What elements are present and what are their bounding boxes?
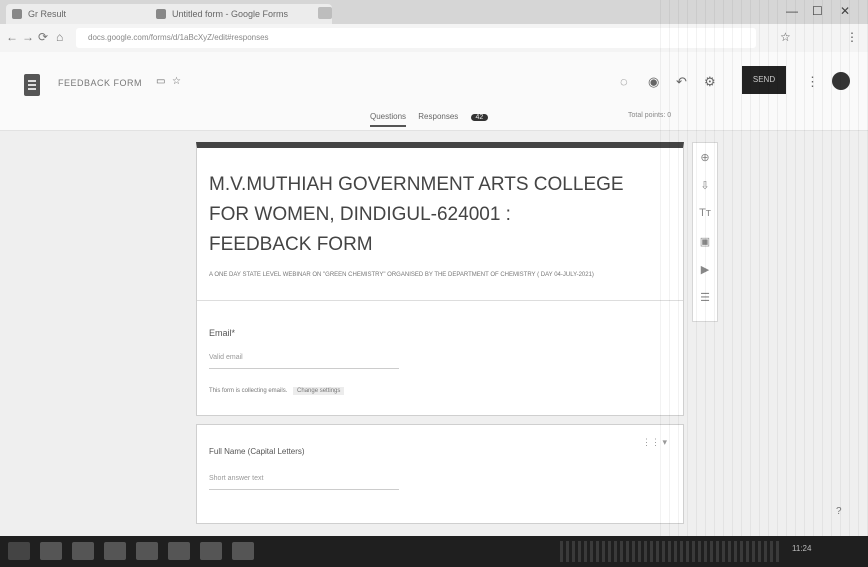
- add-title-icon[interactable]: Tт: [693, 207, 717, 219]
- media-player-icon[interactable]: [104, 542, 126, 560]
- import-questions-icon[interactable]: ⇩: [693, 179, 717, 192]
- more-options-icon[interactable]: ⋮: [806, 74, 819, 90]
- browser-tab-forms[interactable]: Untitled form - Google Forms ×: [150, 4, 332, 24]
- form-title-card[interactable]: M.V.MUTHIAH GOVERNMENT ARTS COLLEGE FOR …: [196, 142, 684, 416]
- folder-icon[interactable]: ▭: [156, 76, 165, 87]
- help-icon[interactable]: ?: [836, 506, 842, 517]
- heading-line: FOR WOMEN, DINDIGUL-624001 :: [209, 204, 511, 225]
- tab-title: Gr Result: [28, 9, 67, 19]
- home-icon[interactable]: ⌂: [56, 30, 63, 44]
- browser-tab-strip: Gr Result × Untitled form - Google Forms…: [0, 0, 868, 24]
- forward-icon[interactable]: →: [22, 30, 34, 44]
- maximize-icon[interactable]: ☐: [812, 4, 823, 18]
- divider: [197, 300, 683, 301]
- add-section-icon[interactable]: ☰: [693, 291, 717, 304]
- reload-icon[interactable]: ⟳: [38, 30, 48, 44]
- heading-line: M.V.MUTHIAH GOVERNMENT ARTS COLLEGE: [209, 174, 624, 195]
- responses-count-badge: 42: [470, 114, 489, 121]
- required-asterisk: *: [231, 328, 236, 338]
- os-taskbar: 11:24: [0, 536, 868, 567]
- taskbar-app-icon[interactable]: [200, 542, 222, 560]
- file-explorer-icon[interactable]: [72, 542, 94, 560]
- star-icon[interactable]: ☆: [172, 76, 181, 87]
- tab-favicon-icon: [156, 9, 166, 19]
- chrome-icon[interactable]: [168, 542, 190, 560]
- question-card-full-name[interactable]: Full Name (Capital Letters) Short answer…: [196, 424, 684, 524]
- forms-logo-icon[interactable]: [24, 74, 40, 96]
- email-collection-note: This form is collecting emails. Change s…: [209, 387, 345, 395]
- add-video-icon[interactable]: ▶: [693, 263, 717, 276]
- add-question-icon[interactable]: ⊕: [693, 151, 717, 164]
- taskbar-app-icon[interactable]: [232, 542, 254, 560]
- tab-responses-label: Responses: [418, 112, 459, 121]
- new-tab-button[interactable]: [318, 7, 332, 19]
- form-tabs: Questions Responses 42: [370, 112, 508, 127]
- preview-eye-icon[interactable]: ◉: [648, 74, 659, 90]
- browser-menu-icon[interactable]: ⋮: [846, 30, 858, 44]
- form-description[interactable]: A ONE DAY STATE LEVEL WEBINAR ON "GREEN …: [209, 270, 649, 280]
- bookmark-star-icon[interactable]: ☆: [780, 30, 791, 44]
- taskbar-app-icon[interactable]: [136, 542, 158, 560]
- tab-responses[interactable]: Responses 42: [418, 112, 498, 121]
- form-title[interactable]: FEEDBACK FORM: [58, 78, 142, 88]
- address-bar-row: ← → ⟳ ⌂ docs.google.com/forms/d/1aBcXyZ/…: [0, 24, 868, 53]
- url-input[interactable]: docs.google.com/forms/d/1aBcXyZ/edit#res…: [76, 28, 756, 48]
- send-button[interactable]: SEND: [742, 66, 786, 94]
- full-name-field[interactable]: Short answer text: [209, 475, 399, 490]
- back-icon[interactable]: ←: [6, 30, 18, 44]
- side-toolbar: ⊕ ⇩ Tт ▣ ▶ ☰: [692, 142, 718, 322]
- avatar[interactable]: [832, 72, 850, 90]
- heading-line: FEEDBACK FORM: [209, 234, 373, 255]
- settings-gear-icon[interactable]: ⚙: [704, 74, 716, 90]
- tab-favicon-icon: [12, 9, 22, 19]
- email-label-text: Email: [209, 328, 232, 338]
- minimize-icon[interactable]: —: [786, 4, 798, 18]
- email-question-label: Email*: [209, 328, 235, 338]
- question-options-icon[interactable]: ⋮⋮ ▾: [642, 437, 667, 448]
- palette-icon[interactable]: ◌: [620, 74, 628, 89]
- taskbar-clock: 11:24: [792, 544, 812, 553]
- tab-questions[interactable]: Questions: [370, 112, 407, 127]
- start-menu-icon[interactable]: [8, 542, 30, 560]
- full-name-question-label[interactable]: Full Name (Capital Letters): [209, 447, 305, 456]
- form-heading[interactable]: M.V.MUTHIAH GOVERNMENT ARTS COLLEGE FOR …: [209, 170, 669, 260]
- close-window-icon[interactable]: ✕: [840, 4, 850, 18]
- email-field[interactable]: Valid email: [209, 354, 399, 369]
- email-note-text: This form is collecting emails.: [209, 388, 288, 394]
- forms-header: FEEDBACK FORM ▭ ☆ ◌ ◉ ↶ ⚙ SEND ⋮ Questio…: [0, 52, 868, 131]
- undo-icon[interactable]: ↶: [676, 74, 687, 90]
- browser-tab-results[interactable]: Gr Result ×: [6, 4, 168, 24]
- tab-title: Untitled form - Google Forms: [172, 9, 289, 19]
- change-settings-link[interactable]: Change settings: [293, 387, 345, 395]
- system-tray: [560, 541, 780, 562]
- total-points: Total points: 0: [628, 112, 672, 119]
- ie-browser-icon[interactable]: [40, 542, 62, 560]
- add-image-icon[interactable]: ▣: [693, 235, 717, 248]
